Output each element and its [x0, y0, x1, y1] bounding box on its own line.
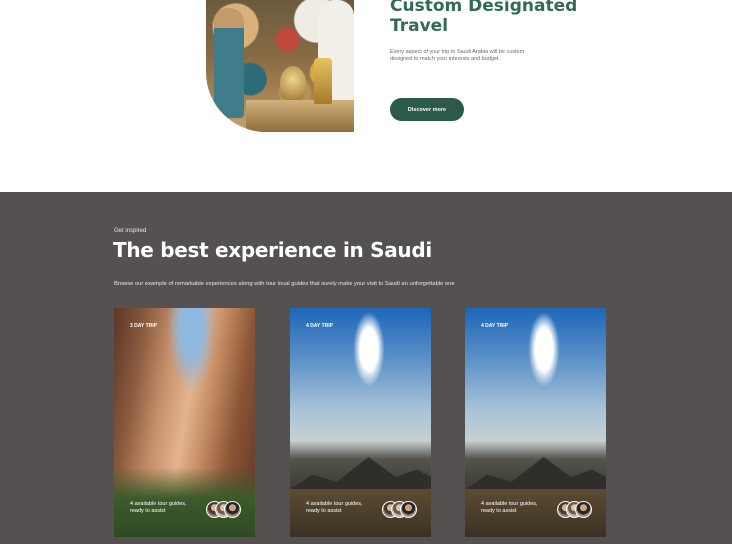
guides-caption: 4 available tour guides, ready to assist	[481, 501, 538, 514]
trip-card[interactable]: 4 DAY TRIP 4 available tour guides, read…	[465, 308, 606, 537]
hero-section: Custom Designated Travel Every aspect of…	[0, 0, 732, 192]
trip-duration-badge: 3 DAY TRIP	[130, 323, 157, 329]
hero-title: Custom Designated Travel	[390, 0, 578, 36]
section-eyebrow: Get inspired	[114, 228, 147, 234]
trip-card[interactable]: 3 DAY TRIP 4 available tour guides, read…	[114, 308, 255, 537]
photo-pot	[280, 66, 306, 100]
hero-description: Every aspect of your trip to Saudi Arabi…	[390, 49, 525, 62]
guide-avatars	[206, 501, 246, 518]
photo-lamp	[314, 58, 332, 104]
guide-avatars	[382, 501, 422, 518]
photo-table	[246, 100, 354, 132]
discover-more-button[interactable]: Discover more	[390, 98, 464, 121]
avatar	[400, 501, 417, 518]
trip-card[interactable]: 4 DAY TRIP 4 available tour guides, read…	[290, 308, 431, 537]
guides-caption: 4 available tour guides, ready to assist	[306, 501, 363, 514]
section-title: The best experience in Saudi	[113, 238, 432, 262]
market-photo	[206, 0, 354, 132]
guides-caption: 4 available tour guides, ready to assist	[130, 501, 187, 514]
section-description: Browse our example of remarkable experie…	[114, 281, 455, 287]
trip-duration-badge: 4 DAY TRIP	[306, 323, 333, 329]
inspiration-section: Get inspired The best experience in Saud…	[0, 192, 732, 544]
guide-avatars	[557, 501, 597, 518]
photo-figure-left	[214, 8, 244, 118]
avatar	[224, 501, 241, 518]
trip-duration-badge: 4 DAY TRIP	[481, 323, 508, 329]
avatar	[575, 501, 592, 518]
